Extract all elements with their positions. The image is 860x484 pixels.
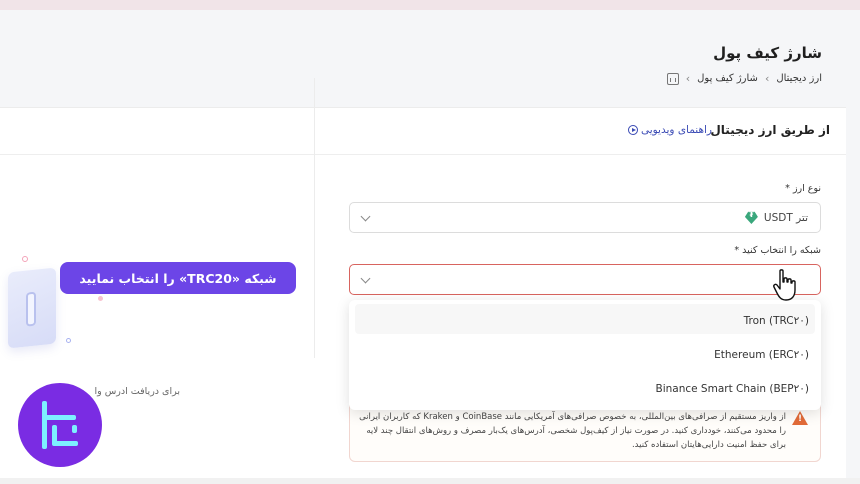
card-title: از طریق ارز دیجیتال: [710, 123, 830, 137]
play-circle-icon: [627, 125, 638, 135]
currency-select[interactable]: تتر USDT: [349, 202, 821, 233]
usdt-icon: [744, 211, 758, 224]
decor-dot: [66, 338, 71, 343]
warning-text: از واریز مستقیم از صرافی‌های بین‌المللی،…: [359, 412, 786, 450]
currency-value-text: تتر USDT: [763, 211, 808, 224]
breadcrumb-item-crypto: ارز دیجیتال: [776, 73, 822, 84]
dashboard-icon[interactable]: [666, 72, 679, 85]
logo-mark-icon: [38, 401, 82, 449]
video-guide-link[interactable]: راهنمای ویدیویی: [627, 124, 712, 136]
video-guide-label: راهنمای ویدیویی: [640, 124, 712, 136]
warning-icon: [792, 411, 808, 425]
currency-select-value: تتر USDT: [744, 211, 808, 224]
network-option-tron[interactable]: Tron (TRC۲۰): [744, 315, 809, 327]
info-illustration: [8, 267, 56, 349]
hand-pointer-icon: [773, 269, 796, 301]
currency-label: نوع ارز *: [785, 183, 821, 194]
network-label: شبکه را انتخاب کنید *: [734, 245, 821, 256]
chevron-down-icon: [360, 273, 371, 284]
network-option-bsc[interactable]: Binance Smart Chain (BEP۲۰): [655, 383, 809, 395]
chevron-down-icon: [360, 211, 371, 222]
card-header: از طریق ارز دیجیتال راهنمای ویدیویی: [0, 108, 846, 155]
network-option-ethereum[interactable]: Ethereum (ERC۲۰): [714, 349, 809, 361]
chevron-left-icon: ›: [764, 72, 770, 85]
network-select[interactable]: [349, 264, 821, 295]
info-icon: [26, 291, 36, 327]
decor-dot: [98, 296, 103, 301]
bottom-edge: [0, 478, 860, 484]
breadcrumb: › شارژ کیف پول › ارز دیجیتال: [666, 72, 822, 85]
brand-logo: [18, 383, 102, 467]
decor-dot: [22, 256, 28, 262]
chevron-left-icon: ›: [685, 72, 691, 85]
network-dropdown: Tron (TRC۲۰) Ethereum (ERC۲۰) Binance Sm…: [349, 300, 821, 410]
top-bar: [0, 0, 860, 10]
breadcrumb-item-wallet[interactable]: شارژ کیف پول: [697, 73, 758, 84]
instruction-tooltip: شبکه «TRC20» را انتخاب نمایید: [60, 262, 296, 294]
column-divider: [314, 78, 315, 358]
page-title: شارژ کیف پول: [713, 44, 822, 62]
